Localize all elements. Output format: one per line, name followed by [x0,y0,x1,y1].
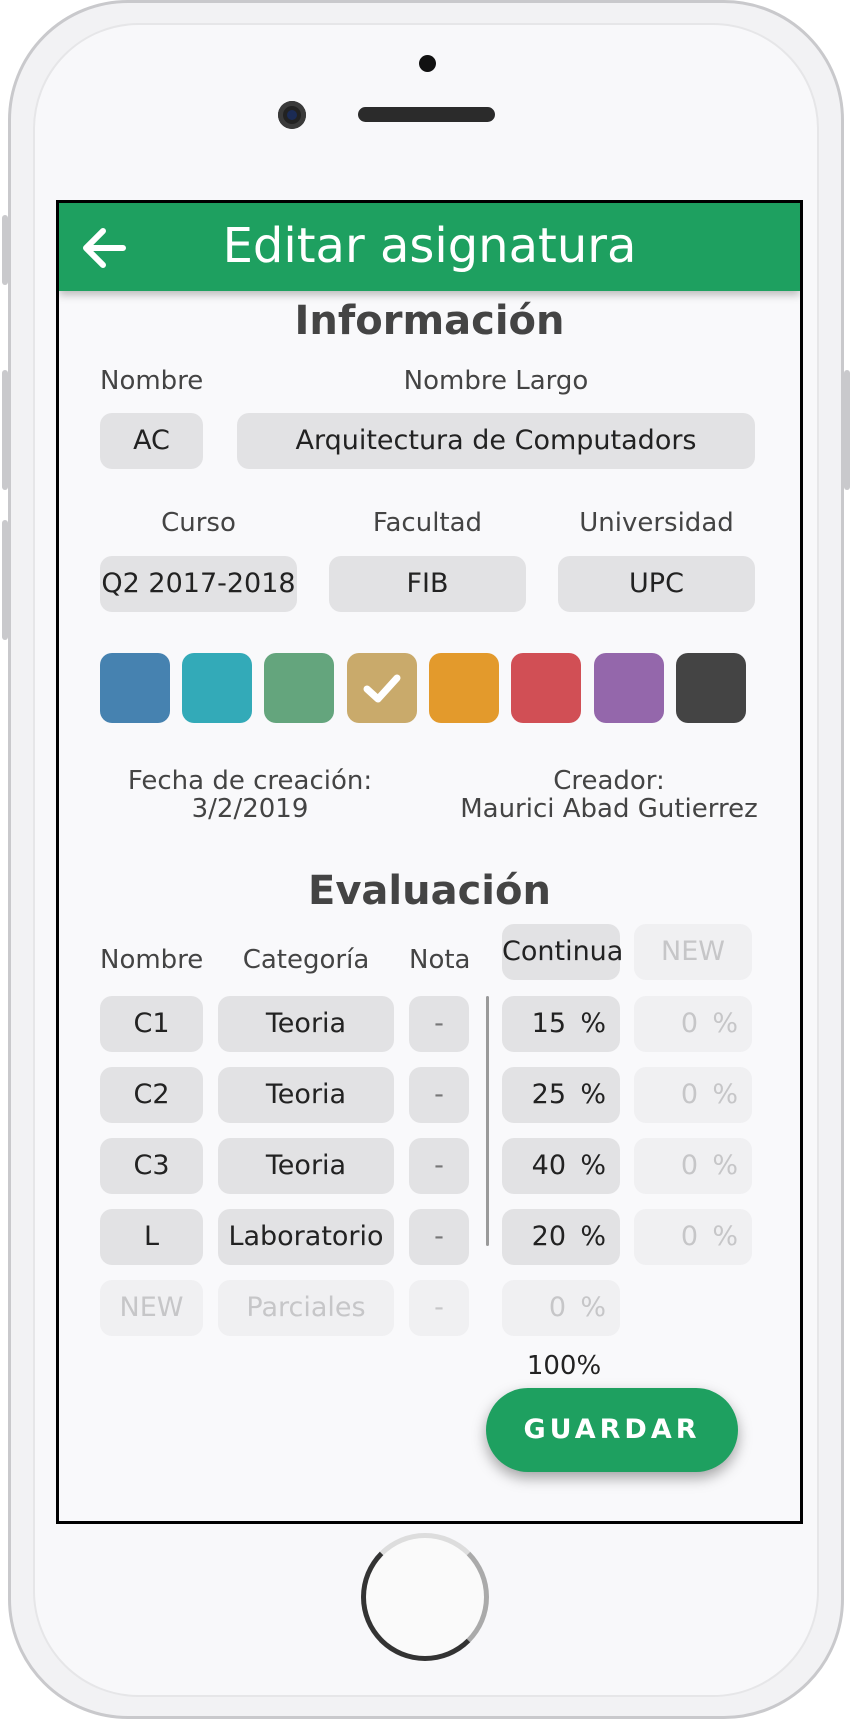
proximity-sensor [419,55,436,72]
new-row-nota[interactable]: - [409,1280,469,1336]
curso-field[interactable]: Q2 2017-2018 [100,556,297,612]
side-button-volume-up [2,370,8,490]
guardar-button[interactable]: GUARDAR [486,1388,738,1472]
new-row-nombre[interactable]: NEW [100,1280,203,1336]
universidad-field[interactable]: UPC [558,556,755,612]
facultad-field[interactable]: FIB [329,556,526,612]
row-nombre[interactable]: C2 [100,1067,203,1123]
row-new-percent-sign: % [712,1008,738,1039]
row-continua[interactable]: 20% [502,1209,620,1265]
row-new-value-text: 0 [680,1150,698,1181]
row-nota[interactable]: - [409,1067,469,1123]
row-nombre[interactable]: C1 [100,996,203,1052]
row-percent-sign: % [580,1221,606,1252]
new-column-header[interactable]: NEW [634,924,752,980]
color-swatch[interactable] [676,653,746,723]
arrow-left-icon[interactable] [79,223,129,273]
fecha-creacion-value: 3/2/2019 [191,794,309,824]
nombre-largo-field[interactable]: Arquitectura de Computadors [237,413,755,469]
row-categoria[interactable]: Teoria [218,1067,394,1123]
facultad-label: Facultad [372,508,483,538]
row-new-value[interactable]: 0% [634,1138,752,1194]
info-heading: Información [294,298,565,344]
row-continua[interactable]: 15% [502,996,620,1052]
side-button-power [844,370,850,490]
row-new-value-text: 0 [680,1221,698,1252]
universidad-label: Universidad [579,508,734,538]
row-nota[interactable]: - [409,996,469,1052]
continua-column-header[interactable]: Continua [502,924,623,980]
creador-label: Creador: [553,766,665,796]
row-continua[interactable]: 40% [502,1138,620,1194]
color-swatch[interactable] [100,653,170,723]
new-row-categoria[interactable]: Parciales [218,1280,394,1336]
row-categoria[interactable]: Teoria [218,996,394,1052]
row-new-value-text: 0 [680,1079,698,1110]
new-row-continua[interactable]: 0 % [502,1280,620,1336]
row-new-value[interactable]: 0% [634,996,752,1052]
color-swatch[interactable] [182,653,252,723]
row-new-percent-sign: % [712,1221,738,1252]
color-swatch[interactable] [594,653,664,723]
front-camera [278,101,306,129]
row-nombre[interactable]: L [100,1209,203,1265]
color-swatch[interactable] [511,653,581,723]
home-button[interactable] [361,1533,489,1661]
row-percent-sign: % [580,1150,606,1181]
col-nombre-label: Nombre [100,945,204,975]
col-categoria-label: Categoría [242,945,370,975]
row-continua-value: 40 [531,1150,566,1181]
page-title: Editar asignatura [222,218,637,274]
col-nota-label: Nota [409,945,471,975]
creador-value: Maurici Abad Gutierrez [460,794,758,824]
row-new-value-text: 0 [680,1008,698,1039]
row-continua-value: 20 [531,1221,566,1252]
color-swatch-selected[interactable] [347,653,417,723]
row-nota[interactable]: - [409,1138,469,1194]
curso-label: Curso [161,508,236,538]
app-screen: Editar asignatura Información Nombre Nom… [56,200,803,1524]
row-percent-sign: % [580,1008,606,1039]
nombre-field[interactable]: AC [100,413,203,469]
row-new-percent-sign: % [712,1079,738,1110]
row-new-value[interactable]: 0% [634,1209,752,1265]
row-continua-value: 15 [531,1008,566,1039]
total-percentage: 100% [526,1351,602,1381]
new-row-continua-value: 0 [548,1292,566,1323]
row-nota[interactable]: - [409,1209,469,1265]
evaluacion-heading: Evaluación [308,868,551,914]
color-swatch[interactable] [429,653,499,723]
row-categoria[interactable]: Teoria [218,1138,394,1194]
check-icon [363,674,401,703]
fecha-creacion-label: Fecha de creación: [127,766,373,796]
row-nombre[interactable]: C3 [100,1138,203,1194]
side-button-volume-down [2,520,8,640]
earpiece-speaker [358,107,495,122]
nombre-largo-label: Nombre Largo [403,366,589,396]
row-continua-value: 25 [531,1079,566,1110]
color-swatch[interactable] [264,653,334,723]
side-button-mute [2,215,8,285]
new-row-percent-sign: % [580,1292,606,1323]
app-bar: Editar asignatura [59,203,800,291]
row-continua[interactable]: 25% [502,1067,620,1123]
row-categoria[interactable]: Laboratorio [218,1209,394,1265]
column-divider [486,996,489,1246]
nombre-label: Nombre [100,366,204,396]
row-new-percent-sign: % [712,1150,738,1181]
row-new-value[interactable]: 0% [634,1067,752,1123]
row-percent-sign: % [580,1079,606,1110]
